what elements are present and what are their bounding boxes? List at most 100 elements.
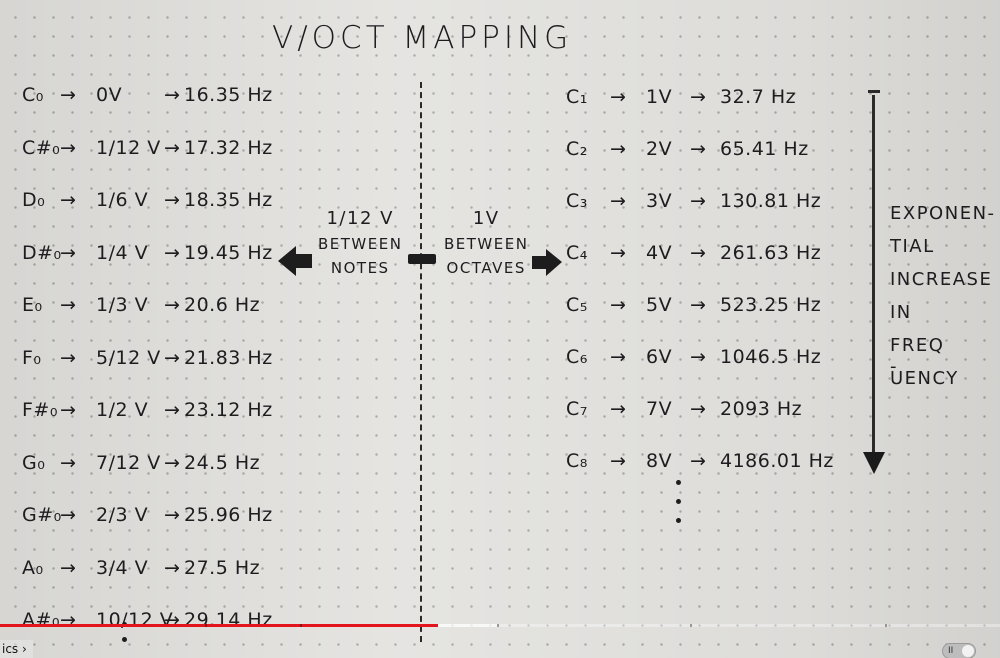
row-freq: 29.14 Hz: [184, 609, 273, 631]
row-volt: 1/3 V: [96, 294, 149, 316]
row-freq: 20.6 Hz: [184, 294, 261, 316]
row-volt: 2V: [646, 138, 673, 160]
arrow-icon: →: [690, 242, 707, 264]
row-freq: 65.41 Hz: [720, 138, 809, 160]
row-note: C₂: [566, 138, 588, 160]
row-freq: 261.63 Hz: [720, 242, 822, 264]
row-freq: 23.12 Hz: [184, 399, 273, 421]
arrow-icon: →: [164, 189, 181, 211]
row-freq: 18.35 Hz: [184, 189, 273, 211]
row-note: F₀: [22, 346, 42, 369]
row-note: C₄: [566, 242, 588, 264]
row-freq: 25.96 Hz: [184, 504, 273, 526]
arrow-icon: →: [60, 189, 77, 211]
octave-interval-line1: BETWEEN: [444, 235, 529, 253]
arrow-icon: →: [690, 450, 707, 472]
arrow-icon: →: [164, 556, 181, 579]
chapter-marker: [690, 624, 692, 627]
right-arrow-icon: [532, 249, 562, 276]
arrow-icon: →: [164, 346, 181, 369]
arrow-icon: →: [610, 294, 627, 316]
arrow-icon: →: [164, 451, 181, 474]
arrow-icon: →: [60, 556, 77, 579]
chapter-marker: [205, 624, 207, 627]
row-freq: 1046.5 Hz: [720, 346, 822, 368]
row-note: C#₀: [22, 136, 61, 159]
arrow-icon: →: [690, 346, 707, 368]
chapter-marker: [885, 624, 887, 627]
arrow-icon: →: [690, 86, 707, 108]
row-freq: 24.5 Hz: [184, 451, 261, 474]
video-progress-bar[interactable]: [0, 624, 1000, 627]
side-annotation-line: UENCY: [890, 368, 959, 389]
connector-bar: [408, 254, 436, 264]
arrow-icon: →: [610, 138, 627, 160]
arrow-icon: →: [164, 504, 181, 526]
row-volt: 5V: [646, 294, 673, 316]
left-arrow-icon: [278, 246, 312, 276]
row-note: A#₀: [22, 609, 61, 631]
row-freq: 130.81 Hz: [720, 190, 822, 212]
chapter-title-button[interactable]: ics ›: [0, 640, 33, 658]
row-freq: 4186.01 Hz: [720, 450, 834, 472]
arrow-icon: →: [164, 609, 181, 631]
arrow-icon: →: [610, 86, 627, 108]
row-volt: 1/12 V: [96, 136, 161, 159]
played-bar: [0, 624, 438, 627]
row-note: F#₀: [22, 399, 58, 421]
arrow-tail: [868, 90, 880, 93]
arrow-icon: →: [164, 241, 181, 264]
down-arrow-shaft: [872, 95, 875, 457]
row-note: C₁: [566, 86, 588, 108]
pause-icon: II: [948, 646, 954, 656]
page-title: V/OCT MAPPING: [272, 20, 573, 56]
row-volt: 0V: [96, 84, 123, 106]
row-volt: 5/12 V: [96, 346, 161, 369]
arrow-icon: →: [60, 346, 77, 369]
note-interval-line1: BETWEEN: [318, 235, 403, 253]
chapter-title: ics: [2, 642, 19, 656]
row-freq: 27.5 Hz: [184, 556, 261, 579]
row-freq: 17.32 Hz: [184, 136, 273, 159]
octave-interval-line2: OCTAVES: [446, 259, 526, 277]
chapter-marker: [300, 624, 302, 627]
arrow-icon: →: [690, 294, 707, 316]
row-note: E₀: [22, 294, 43, 316]
arrow-icon: →: [610, 450, 627, 472]
row-volt: 2/3 V: [96, 504, 149, 526]
row-note: C₅: [566, 294, 588, 316]
row-volt: 8V: [646, 450, 673, 472]
arrow-icon: →: [60, 504, 77, 526]
row-note: D₀: [22, 189, 46, 211]
row-volt: 4V: [646, 242, 673, 264]
arrow-icon: →: [690, 190, 707, 212]
chevron-right-icon: ›: [22, 642, 27, 656]
row-freq: 19.45 Hz: [184, 241, 273, 264]
arrow-icon: →: [610, 190, 627, 212]
row-note: A₀: [22, 556, 44, 579]
row-note: G₀: [22, 451, 46, 474]
row-volt: 10/12 V: [96, 609, 174, 631]
down-arrow-icon: [863, 452, 885, 474]
arrow-icon: →: [60, 84, 77, 106]
continuation-dots: [676, 480, 681, 537]
arrow-icon: →: [690, 138, 707, 160]
arrow-icon: →: [164, 84, 181, 106]
arrow-icon: →: [610, 346, 627, 368]
row-note: C₈: [566, 450, 588, 472]
video-frame[interactable]: V/OCT MAPPING C₀ → 0V → 16.35 Hz C#₀ → 1/12 V → 1…: [0, 0, 1000, 658]
lighting-overlay: [0, 0, 1000, 658]
chapter-marker: [497, 624, 499, 627]
row-volt: 3/4 V: [96, 556, 149, 579]
note-interval-amount: 1/12 V: [326, 208, 394, 229]
row-freq: 21.83 Hz: [184, 346, 273, 369]
side-annotation-line: EXPONEN-: [890, 203, 996, 224]
note-interval-line2: NOTES: [330, 259, 390, 277]
row-volt: 3V: [646, 190, 673, 212]
row-note: G#₀: [22, 504, 62, 526]
octave-interval-label: 1V BETWEEN OCTAVES: [444, 208, 528, 277]
arrow-icon: →: [60, 294, 77, 316]
arrow-icon: →: [60, 136, 77, 159]
row-freq: 16.35 Hz: [184, 84, 273, 106]
autoplay-toggle[interactable]: II: [942, 643, 976, 658]
